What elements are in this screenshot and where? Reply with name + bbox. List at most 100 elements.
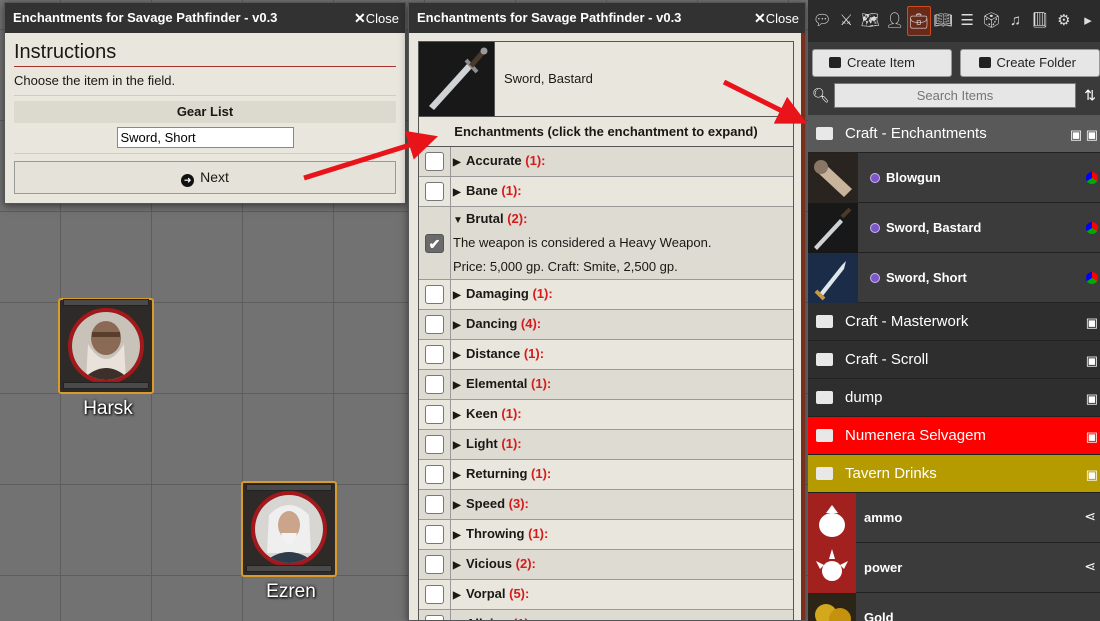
add-item-icon[interactable]: ▣ [1086, 467, 1098, 483]
item-sword-short[interactable]: Sword, Short [808, 252, 1100, 303]
share-icon[interactable]: ⋖ [1084, 508, 1096, 525]
triangle-right-icon[interactable]: ▶ [453, 282, 466, 309]
enchantment-row[interactable]: ▶ Light (1): [419, 430, 793, 460]
triangle-right-icon[interactable]: ▶ [453, 179, 466, 206]
triangle-right-icon[interactable]: ▶ [453, 462, 466, 489]
folder-tavern-drinks[interactable]: Tavern Drinks ▣ [808, 455, 1100, 493]
enchantment-checkbox[interactable] [425, 585, 444, 604]
enchantment-checkbox[interactable] [425, 345, 444, 364]
item-blowgun[interactable]: Blowgun [808, 152, 1100, 203]
token-harsk[interactable]: Harsk [58, 298, 154, 419]
enchantment-name[interactable]: Accurate [466, 153, 522, 168]
enchantment-name[interactable]: Allying [466, 616, 509, 620]
enchantment-row[interactable]: ▶ Dancing (4): [419, 310, 793, 340]
folder-actions-icon[interactable]: ▣ ▣ [1070, 127, 1098, 143]
enchantment-checkbox[interactable] [425, 435, 444, 454]
enchantment-checkbox[interactable] [425, 555, 444, 574]
enchantment-row[interactable]: ▶ Speed (3): [419, 490, 793, 520]
enchantment-name[interactable]: Speed [466, 496, 505, 511]
folder-dump[interactable]: dump ▣ [808, 379, 1100, 417]
enchantment-row[interactable]: ▶ Distance (1): [419, 340, 793, 370]
user-icon[interactable]: 👤︎ [883, 6, 907, 36]
enchantment-row[interactable]: ▶ Vorpal (5): [419, 580, 793, 610]
enchantment-name[interactable]: Throwing [466, 526, 525, 541]
enchantment-checkbox[interactable] [425, 182, 444, 201]
enchantment-name[interactable]: Keen [466, 406, 498, 421]
enchantment-checkbox[interactable] [425, 465, 444, 484]
dice-icon[interactable]: 🎲︎ [979, 6, 1003, 36]
close-button[interactable]: ✕Close [754, 3, 799, 34]
triangle-right-icon[interactable]: ▶ [453, 372, 466, 399]
triangle-right-icon[interactable]: ▶ [453, 342, 466, 369]
folder-craft-masterwork[interactable]: Craft - Masterwork ▣ [808, 303, 1100, 341]
sort-icon[interactable]: ⇅ [1076, 87, 1096, 104]
enchantment-checkbox[interactable] [425, 495, 444, 514]
gear-list-input[interactable] [116, 127, 294, 148]
triangle-right-icon[interactable]: ▶ [453, 149, 466, 176]
enchantment-row[interactable]: ▶ Returning (1): [419, 460, 793, 490]
item-gold[interactable]: Gold [808, 592, 1100, 621]
enchantment-name[interactable]: Light [466, 436, 498, 451]
enchantment-checkbox[interactable] [425, 615, 444, 620]
chat-icon[interactable]: 💬︎ [810, 6, 834, 36]
item-power[interactable]: power ⋖ [808, 542, 1100, 593]
add-item-icon[interactable]: ▣ [1086, 353, 1098, 369]
add-item-icon[interactable]: ▣ [1086, 391, 1098, 407]
enchantment-name[interactable]: Vorpal [466, 586, 506, 601]
token-ezren[interactable]: Ezren [241, 481, 337, 602]
enchantment-checkbox[interactable] [425, 152, 444, 171]
folder-numenera-selvagem[interactable]: Numenera Selvagem ▣ [808, 417, 1100, 455]
create-folder-button[interactable]: Create Folder [959, 49, 1100, 77]
triangle-down-icon[interactable]: ▼ [453, 211, 466, 231]
triangle-right-icon[interactable]: ▶ [453, 552, 466, 579]
folder-craft-scroll[interactable]: Craft - Scroll ▣ [808, 341, 1100, 379]
enchantment-row[interactable]: ▶ Accurate (1): [419, 147, 793, 177]
enchantment-name[interactable]: Damaging [466, 286, 529, 301]
enchantment-checkbox[interactable] [425, 375, 444, 394]
triangle-right-icon[interactable]: ▶ [453, 402, 466, 429]
enchantment-row[interactable]: ▶ Elemental (1): [419, 370, 793, 400]
enchantment-checkbox[interactable]: ✔ [425, 233, 444, 253]
enchantment-name[interactable]: Distance [466, 346, 520, 361]
dialog-titlebar[interactable]: Enchantments for Savage Pathfinder - v0.… [5, 3, 405, 33]
compendium-icon[interactable]: 📕︎ [1028, 6, 1052, 36]
search-input[interactable] [834, 83, 1076, 108]
add-item-icon[interactable]: ▣ [1086, 429, 1098, 445]
map-icon[interactable]: 🗺︎ [858, 6, 882, 36]
triangle-right-icon[interactable]: ▶ [453, 492, 466, 519]
book-icon[interactable]: 📖︎ [931, 6, 955, 36]
enchantment-row[interactable]: ▶Allying (1): [419, 610, 793, 620]
enchantment-checkbox[interactable] [425, 315, 444, 334]
chevron-right-icon[interactable]: ▸ [1076, 6, 1100, 36]
next-button[interactable]: ➜ Next [14, 161, 396, 194]
enchantment-name[interactable]: Vicious [466, 556, 512, 571]
list-icon[interactable]: ☰ [955, 6, 979, 36]
enchantment-checkbox[interactable] [425, 285, 444, 304]
triangle-right-icon[interactable]: ▶ [453, 522, 466, 549]
enchantment-row[interactable]: ▶ Damaging (1): [419, 280, 793, 310]
enchantment-name[interactable]: Elemental [466, 376, 527, 391]
enchantment-name[interactable]: Dancing [466, 316, 517, 331]
enchantment-row[interactable]: ✔ ▼ Brutal (2): The weapon is considered a … [419, 207, 793, 280]
briefcase-icon[interactable]: 💼︎ [906, 6, 931, 36]
item-ammo[interactable]: ammo ⋖ [808, 492, 1100, 543]
enchantment-row[interactable]: ▶ Bane (1): [419, 177, 793, 207]
enchantment-checkbox[interactable] [425, 525, 444, 544]
enchantment-row[interactable]: ▶ Vicious (2): [419, 550, 793, 580]
enchantment-name[interactable]: Brutal [466, 211, 504, 226]
folder-craft-enchantments[interactable]: Craft - Enchantments ▣ ▣ [808, 115, 1100, 153]
triangle-right-icon[interactable]: ▶ [453, 312, 466, 339]
triangle-right-icon[interactable]: ▶ [453, 432, 466, 459]
share-icon[interactable]: ⋖ [1084, 558, 1096, 575]
enchantment-row[interactable]: ▶ Keen (1): [419, 400, 793, 430]
enchantment-name[interactable]: Bane [466, 183, 498, 198]
swords-icon[interactable]: ⚔︎ [834, 6, 858, 36]
enchantment-checkbox[interactable] [425, 405, 444, 424]
close-button[interactable]: ✕Close [354, 3, 399, 34]
dialog-titlebar[interactable]: Enchantments for Savage Pathfinder - v0.… [409, 3, 805, 33]
item-sword-bastard[interactable]: Sword, Bastard [808, 202, 1100, 253]
create-item-button[interactable]: Create Item [812, 49, 952, 77]
enchantment-row[interactable]: ▶ Throwing (1): [419, 520, 793, 550]
gears-icon[interactable]: ⚙︎ [1052, 6, 1076, 36]
music-icon[interactable]: ♫ [1003, 6, 1027, 36]
